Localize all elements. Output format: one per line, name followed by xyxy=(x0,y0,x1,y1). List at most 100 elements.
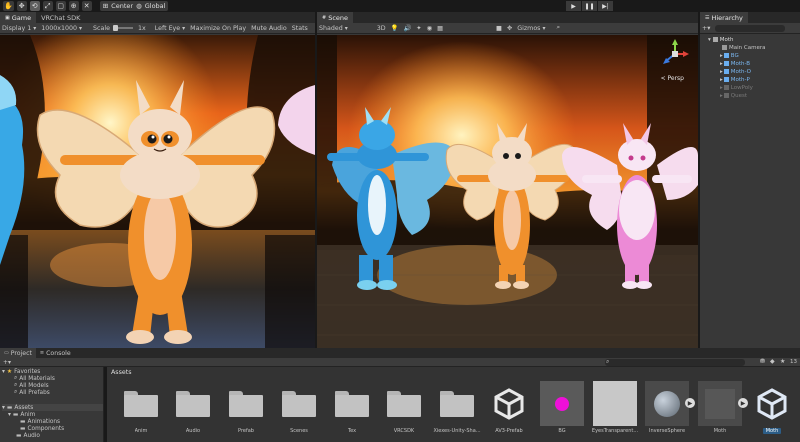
tree-item-animations[interactable]: ▬ Animations xyxy=(20,418,60,425)
asset-folder-tex[interactable]: Tex xyxy=(330,381,374,434)
favorite-all-prefabs[interactable]: ⌕ All Prefabs xyxy=(14,389,50,396)
asset-folder-audio[interactable]: Audio xyxy=(171,381,215,434)
expand-arrow-icon[interactable]: ▸ xyxy=(720,69,723,75)
hierarchy-item-moth-o[interactable]: ▸ Moth-O xyxy=(720,68,751,76)
scale-tool-icon[interactable]: ⤢ xyxy=(42,1,53,11)
hierarchy-item-quest[interactable]: ▸ Quest xyxy=(720,92,747,100)
pause-button[interactable]: ❚❚ xyxy=(582,1,597,11)
tab-hierarchy[interactable]: ☰ Hierarchy xyxy=(700,12,748,23)
asset-folder-scenes[interactable]: Scenes xyxy=(277,381,321,434)
filter-type-icon[interactable]: ⛃ xyxy=(760,358,765,365)
hierarchy-item-main-camera[interactable]: Main Camera xyxy=(722,44,765,52)
mute-toggle[interactable]: Mute Audio xyxy=(251,25,287,32)
lighting-icon[interactable]: 💡 xyxy=(391,24,399,32)
scene-gizmo[interactable] xyxy=(660,39,690,69)
asset-folder-vrcsdk[interactable]: VRCSDK xyxy=(382,381,426,434)
asset-moth-prefab[interactable]: Moth xyxy=(750,381,794,434)
hierarchy-item-moth[interactable]: ▾ Moth xyxy=(708,36,800,44)
hierarchy-search-input[interactable] xyxy=(715,24,786,32)
shading-dropdown[interactable]: Shaded xyxy=(319,25,348,32)
tab-console[interactable]: ≡ Console xyxy=(36,348,75,358)
maximize-toggle[interactable]: Maximize On Play xyxy=(190,25,246,32)
step-button[interactable]: ▶| xyxy=(598,1,613,11)
asset-eyes-transparent[interactable]: EyesTransparent... xyxy=(591,381,639,434)
filter-label-icon[interactable]: ◆ xyxy=(770,358,775,365)
favorite-all-materials[interactable]: ⌕ All Materials xyxy=(14,375,55,382)
hand-tool-icon[interactable]: ✋ xyxy=(3,1,14,11)
asset-moth-model[interactable]: ▶ Moth xyxy=(698,381,748,434)
asset-label: EyesTransparent... xyxy=(591,428,639,434)
asset-material-bg[interactable]: BG xyxy=(540,381,584,434)
tab-project[interactable]: ▭ Project xyxy=(0,348,36,358)
hierarchy-item-lowpoly[interactable]: ▸ LowPoly xyxy=(720,84,753,92)
asset-av3-prefab[interactable]: AV3-Prefab xyxy=(487,381,531,434)
gizmos-dropdown[interactable]: Gizmos xyxy=(517,25,545,32)
effects-icon[interactable]: ✦ xyxy=(416,25,421,32)
add-icon[interactable]: +▾ xyxy=(702,25,710,32)
favorite-all-models[interactable]: ⌕ All Models xyxy=(14,382,49,389)
scale-slider[interactable] xyxy=(112,25,133,31)
expand-arrow-icon[interactable]: ▸ xyxy=(720,93,723,99)
asset-label: AV3-Prefab xyxy=(495,428,523,434)
tab-scene[interactable]: # Scene xyxy=(317,12,354,23)
hierarchy-item-bg[interactable]: ▸ BG xyxy=(720,52,739,60)
project-search-input[interactable] xyxy=(605,359,745,366)
favorites-label: Favorites xyxy=(14,368,41,375)
camera-icon[interactable]: ■ xyxy=(496,25,502,32)
tree-label: Components xyxy=(27,425,65,432)
search-icon: ⌕ xyxy=(14,389,18,395)
asset-folder-prefab[interactable]: Prefab xyxy=(224,381,268,434)
asset-folder-anim[interactable]: Anim xyxy=(119,381,163,434)
move-tool-icon[interactable]: ✥ xyxy=(16,1,27,11)
perspective-label[interactable]: < Persp xyxy=(661,75,684,82)
expand-arrow-icon[interactable]: ▸ xyxy=(720,85,723,91)
hierarchy-item-moth-b[interactable]: ▸ Moth-B xyxy=(720,60,750,68)
tree-item-components[interactable]: ▬ Components xyxy=(20,425,64,432)
expand-arrow-icon[interactable]: ▸ xyxy=(720,61,723,67)
expand-arrow-icon[interactable]: ▾ xyxy=(708,37,711,43)
rotate-tool-icon[interactable]: ⟲ xyxy=(29,1,40,11)
game-view[interactable] xyxy=(0,35,315,348)
hidden-count: 13 xyxy=(790,359,797,365)
search-icon: ⌕ xyxy=(14,382,18,388)
expand-arrow-icon[interactable]: ▸ xyxy=(720,53,723,59)
expand-arrow-icon[interactable]: ▾ xyxy=(8,412,11,418)
tools-icon[interactable]: ✥ xyxy=(507,25,512,32)
play-button[interactable]: ▶ xyxy=(566,1,581,11)
asset-folder-xiexes[interactable]: Xiexes-Unity-Sha... xyxy=(433,381,481,434)
tree-item-audio[interactable]: ▬ Audio xyxy=(8,432,40,439)
expand-arrow-icon[interactable]: ▾ xyxy=(2,405,5,411)
grid-icon[interactable]: ▦ xyxy=(437,25,443,32)
favorite-star-icon[interactable]: ★ xyxy=(780,358,785,365)
resolution-dropdown[interactable]: 1000x1000 xyxy=(41,25,82,32)
game-tabbar: ▣ Game VRChat SDK xyxy=(0,12,315,23)
toggle-2d-3d[interactable]: 3D xyxy=(377,25,386,32)
create-dropdown[interactable]: +▾ xyxy=(3,359,11,366)
asset-inverse-sphere[interactable]: ▶ InverseSphere xyxy=(645,381,695,434)
audio-icon[interactable]: 🔊 xyxy=(403,24,411,32)
tab-game[interactable]: ▣ Game xyxy=(0,12,37,23)
stats-toggle[interactable]: Stats xyxy=(292,25,308,32)
tab-vrchat-sdk[interactable]: VRChat SDK xyxy=(36,12,86,23)
breadcrumb-assets[interactable]: Assets xyxy=(111,369,132,376)
pivot-toggle[interactable]: ⊞ Center ◍ Global xyxy=(99,1,169,11)
expand-play-icon[interactable]: ▶ xyxy=(685,398,695,408)
expand-play-icon[interactable]: ▶ xyxy=(738,398,748,408)
hidden-objects-icon[interactable]: ◉ xyxy=(427,25,433,32)
custom-tool-icon[interactable]: ✕ xyxy=(81,1,92,11)
eye-dropdown[interactable]: Left Eye xyxy=(155,25,185,32)
tree-assets-root[interactable]: ▾ ▬ Assets xyxy=(2,404,103,411)
hierarchy-item-moth-p[interactable]: ▸ Moth-P xyxy=(720,76,750,84)
transform-tool-icon[interactable]: ⊕ xyxy=(68,1,79,11)
expand-arrow-icon[interactable]: ▾ xyxy=(2,369,5,375)
game-subbar: Display 1 1000x1000 Scale 1x Left Eye Ma… xyxy=(0,23,315,34)
search-icon: ⌕ xyxy=(14,375,18,381)
expand-arrow-icon[interactable]: ▸ xyxy=(720,77,723,83)
favorites-header[interactable]: ▾ ★ Favorites xyxy=(2,368,40,375)
tree-item-anim[interactable]: ▾ ▬ Anim xyxy=(8,411,35,418)
rect-tool-icon[interactable]: ▢ xyxy=(55,1,66,11)
main-toolbar: ✋ ✥ ⟲ ⤢ ▢ ⊕ ✕ ⊞ Center ◍ Global ▶ ❚❚ ▶| xyxy=(0,0,800,12)
search-scene-icon[interactable]: ⌕ xyxy=(556,24,560,32)
display-dropdown[interactable]: Display 1 xyxy=(2,25,36,32)
scene-view[interactable]: < Persp xyxy=(317,35,698,348)
